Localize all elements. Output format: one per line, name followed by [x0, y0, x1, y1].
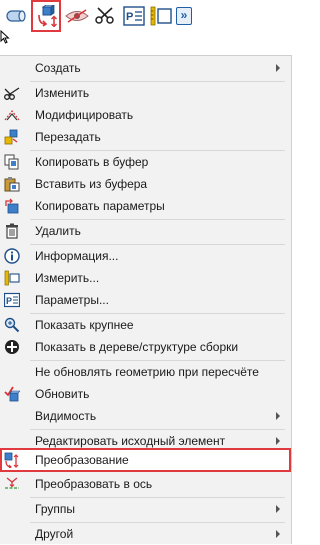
parameters-tool-button[interactable]: P	[121, 3, 147, 29]
submenu-arrow-icon	[276, 437, 280, 445]
menu-item-label: Видимость	[35, 409, 97, 423]
menu-item-transform[interactable]: Преобразование	[0, 448, 291, 472]
menu-item-label: Параметры...	[35, 293, 109, 307]
submenu-arrow-icon	[276, 412, 280, 420]
update-icon	[4, 386, 20, 402]
menu-item-label: Показать в дереве/структуре сборки	[35, 340, 239, 354]
menu-item-label: Удалить	[35, 224, 81, 238]
toolbar: P »	[0, 0, 293, 36]
transform-icon	[4, 452, 20, 468]
paste-icon	[4, 176, 20, 192]
menu-item-zoom-to[interactable]: Показать крупнее	[0, 314, 291, 336]
menu-item-label: Другой	[35, 527, 74, 541]
svg-text:P: P	[126, 11, 133, 23]
menu-item-edit[interactable]: Изменить	[0, 82, 291, 104]
menu-item-label: Создать	[35, 61, 81, 75]
menu-item-label: Модифицировать	[35, 108, 134, 122]
menu-item-label: Обновить	[35, 387, 90, 401]
menu-item-other[interactable]: Другой	[0, 523, 291, 545]
menu-item-label: Информация...	[35, 249, 119, 263]
menu-item-delete[interactable]: Удалить	[0, 220, 291, 242]
menu-item-label: Преобразовать в ось	[35, 477, 153, 491]
measure-tool-button[interactable]	[148, 3, 174, 29]
menu-item-label: Вставить из буфера	[35, 177, 148, 191]
scissors-icon	[4, 85, 20, 101]
menu-item-measure[interactable]: Измерить...	[0, 267, 291, 289]
menu-item-label: Не обновлять геометрию при пересчёте	[35, 365, 259, 379]
hide-tool-button[interactable]	[63, 3, 91, 29]
menu-item-label: Группы	[35, 502, 75, 516]
extrude-tool-button[interactable]	[3, 3, 29, 29]
menu-item-paste-from-clipboard[interactable]: Вставить из буфера	[0, 173, 291, 195]
menu-item-create[interactable]: Создать	[0, 57, 291, 79]
context-menu: Создать Изменить Модифицировать Перезада…	[0, 55, 292, 544]
menu-item-redefine[interactable]: Перезадать	[0, 126, 291, 148]
redefine-icon	[4, 129, 20, 145]
measure-icon	[4, 270, 20, 286]
menu-item-label: Копировать в буфер	[35, 155, 149, 169]
svg-text:P: P	[6, 296, 12, 306]
menu-item-label: Показать крупнее	[35, 318, 134, 332]
menu-item-parameters[interactable]: P Параметры...	[0, 289, 291, 311]
measure-tool-icon	[150, 6, 172, 26]
zoom-icon	[4, 317, 20, 333]
parameters-tool-icon: P	[123, 6, 145, 26]
hide-tool-icon	[64, 8, 90, 24]
menu-item-label: Преобразование	[35, 453, 129, 467]
submenu-arrow-icon	[276, 64, 280, 72]
menu-item-copy-to-clipboard[interactable]: Копировать в буфер	[0, 151, 291, 173]
transform-tool-button[interactable]	[31, 0, 61, 32]
trash-icon	[4, 223, 20, 239]
copy-params-icon	[4, 198, 20, 214]
menu-item-modify[interactable]: Модифицировать	[0, 104, 291, 126]
menu-item-copy-parameters[interactable]: Копировать параметры	[0, 195, 291, 217]
convert-to-axis-icon	[4, 476, 20, 492]
parameters-icon: P	[4, 292, 20, 308]
submenu-arrow-icon	[276, 530, 280, 538]
menu-item-label: Изменить	[35, 86, 90, 100]
menu-item-label: Перезадать	[35, 130, 101, 144]
menu-item-groups[interactable]: Группы	[0, 498, 291, 520]
menu-item-dont-update-geometry[interactable]: Не обновлять геометрию при пересчёте	[0, 361, 291, 383]
more-chevron-icon: »	[176, 7, 192, 25]
mouse-cursor-icon	[0, 29, 10, 47]
menu-item-update[interactable]: Обновить	[0, 383, 291, 405]
modify-icon	[4, 107, 20, 123]
menu-item-show-in-tree[interactable]: Показать в дереве/структуре сборки	[0, 336, 291, 358]
transform-tool-icon	[35, 5, 57, 27]
copy-icon	[4, 154, 20, 170]
extrude-tool-icon	[4, 8, 28, 24]
info-icon	[4, 248, 20, 264]
menu-item-convert-to-axis[interactable]: Преобразовать в ось	[0, 473, 291, 495]
menu-item-information[interactable]: Информация...	[0, 245, 291, 267]
menu-item-label: Измерить...	[35, 271, 100, 285]
menu-item-label: Копировать параметры	[35, 199, 165, 213]
submenu-arrow-icon	[276, 505, 280, 513]
scissors-tool-button[interactable]	[92, 3, 118, 29]
scissors-tool-icon	[95, 7, 115, 25]
menu-item-visibility[interactable]: Видимость	[0, 405, 291, 427]
menu-item-label: Редактировать исходный элемент	[35, 434, 226, 448]
locate-in-tree-icon	[4, 339, 20, 355]
more-tools-button[interactable]: »	[175, 3, 193, 29]
